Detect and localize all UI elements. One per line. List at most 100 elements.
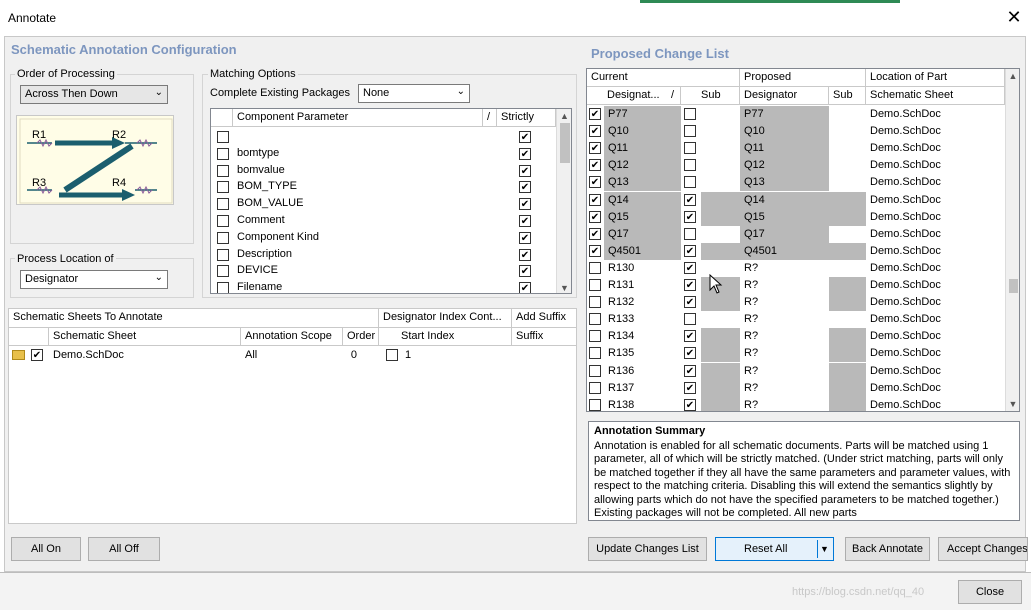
strictly-checkbox[interactable] xyxy=(519,231,531,244)
order-select[interactable]: Across Then Down ⌄ xyxy=(20,85,168,104)
strictly-checkbox[interactable] xyxy=(519,215,531,227)
scroll-thumb[interactable] xyxy=(560,123,570,163)
current-sub-checkbox[interactable] xyxy=(684,261,696,274)
change-row[interactable]: R133 R? Demo.SchDoc xyxy=(587,311,1005,328)
change-row[interactable]: R130 R? Demo.SchDoc xyxy=(587,260,1005,277)
sheets-header-suffix[interactable]: Suffix xyxy=(512,328,576,345)
parameter-checkbox[interactable] xyxy=(217,231,229,244)
change-row[interactable]: Q13 Q13 Demo.SchDoc xyxy=(587,174,1005,192)
current-sub-checkbox[interactable] xyxy=(684,210,696,223)
current-sub-checkbox[interactable] xyxy=(684,313,696,326)
change-row[interactable]: Q10 Q10 Demo.SchDoc xyxy=(587,123,1005,141)
current-sub-checkbox[interactable] xyxy=(684,125,696,138)
row-enable-checkbox[interactable] xyxy=(589,176,601,189)
row-enable-checkbox[interactable] xyxy=(589,279,601,291)
current-sub-checkbox[interactable] xyxy=(684,244,696,257)
complete-packages-select[interactable]: None ⌄ xyxy=(358,84,470,103)
accept-changes-button[interactable]: Accept Changes xyxy=(938,537,1028,561)
parameter-checkbox[interactable] xyxy=(217,181,229,194)
parameter-checkbox[interactable] xyxy=(217,265,229,278)
strictly-checkbox[interactable] xyxy=(519,282,531,293)
scroll-down-icon[interactable]: ▼ xyxy=(557,283,571,293)
change-row[interactable]: R131 R? Demo.SchDoc xyxy=(587,277,1005,294)
change-row[interactable]: R138 R? Demo.SchDoc xyxy=(587,396,1005,411)
start-index-checkbox[interactable] xyxy=(386,349,398,361)
header-proposed-sub[interactable]: Sub xyxy=(829,87,866,104)
scroll-up-icon[interactable]: ▲ xyxy=(1006,71,1019,81)
parameter-checkbox[interactable] xyxy=(217,282,229,293)
sheet-start-index[interactable]: 1 xyxy=(401,347,501,364)
sheet-enable-checkbox[interactable] xyxy=(31,349,43,361)
parameter-row[interactable]: Description xyxy=(211,246,556,263)
strictly-checkbox[interactable] xyxy=(519,248,531,261)
current-sub-checkbox[interactable] xyxy=(684,364,696,377)
change-list-scrollbar[interactable]: ▲ ▼ xyxy=(1005,69,1019,411)
change-row[interactable]: Q15 Q15 Demo.SchDoc xyxy=(587,208,1005,226)
parameter-row[interactable]: DEVICE xyxy=(211,262,556,279)
parameter-row[interactable]: BOM_VALUE xyxy=(211,195,556,212)
parameter-checkbox[interactable] xyxy=(217,164,229,177)
parameter-row[interactable]: Filename xyxy=(211,279,556,293)
change-row[interactable]: P77 P77 Demo.SchDoc xyxy=(587,106,1005,123)
change-row[interactable]: R135 R? Demo.SchDoc xyxy=(587,345,1005,363)
change-row[interactable]: R136 R? Demo.SchDoc xyxy=(587,362,1005,380)
current-sub-checkbox[interactable] xyxy=(684,279,696,291)
scroll-up-icon[interactable]: ▲ xyxy=(557,111,571,121)
strictly-checkbox[interactable] xyxy=(519,181,531,194)
row-enable-checkbox[interactable] xyxy=(589,244,601,257)
strictly-checkbox[interactable] xyxy=(519,164,531,177)
scroll-down-icon[interactable]: ▼ xyxy=(1006,399,1019,409)
strictly-checkbox[interactable] xyxy=(519,198,531,211)
parameter-row[interactable]: bomvalue xyxy=(211,162,556,179)
parameter-checkbox[interactable] xyxy=(217,248,229,261)
current-sub-checkbox[interactable] xyxy=(684,227,696,240)
row-enable-checkbox[interactable] xyxy=(589,347,601,360)
row-enable-checkbox[interactable] xyxy=(589,398,601,411)
change-row[interactable]: R137 R? Demo.SchDoc xyxy=(587,379,1005,397)
current-sub-checkbox[interactable] xyxy=(684,381,696,394)
sheet-suffix[interactable] xyxy=(512,347,576,364)
parameter-checkbox[interactable] xyxy=(217,131,229,143)
row-enable-checkbox[interactable] xyxy=(589,313,601,326)
row-enable-checkbox[interactable] xyxy=(589,381,601,394)
sheet-order[interactable]: 0 xyxy=(343,347,361,364)
update-changes-button[interactable]: Update Changes List xyxy=(588,537,707,561)
current-sub-checkbox[interactable] xyxy=(684,142,696,155)
change-row[interactable]: Q14 Q14 Demo.SchDoc xyxy=(587,191,1005,209)
parameters-header-strictly[interactable]: Strictly xyxy=(497,109,556,126)
sheet-row[interactable]: Demo.SchDoc All 0 1 xyxy=(9,347,576,364)
close-icon[interactable]: ✕ xyxy=(1003,6,1025,28)
row-enable-checkbox[interactable] xyxy=(589,159,601,172)
sheet-scope[interactable]: All xyxy=(241,347,343,364)
parameter-checkbox[interactable] xyxy=(217,215,229,227)
sheets-header-scope[interactable]: Annotation Scope xyxy=(241,328,343,345)
header-current-sub[interactable]: Sub xyxy=(681,87,740,104)
all-on-button[interactable]: All On xyxy=(11,537,81,561)
row-enable-checkbox[interactable] xyxy=(589,227,601,240)
current-sub-checkbox[interactable] xyxy=(684,108,696,120)
process-location-select[interactable]: Designator ⌄ xyxy=(20,270,168,289)
sheets-header-order[interactable]: Order xyxy=(343,328,379,345)
parameter-row[interactable]: bomtype xyxy=(211,145,556,162)
all-off-button[interactable]: All Off xyxy=(88,537,160,561)
change-row[interactable]: Q12 Q12 Demo.SchDoc xyxy=(587,157,1005,175)
header-proposed-designator[interactable]: Designator xyxy=(740,87,829,104)
strictly-checkbox[interactable] xyxy=(519,147,531,160)
current-sub-checkbox[interactable] xyxy=(684,296,696,309)
current-sub-checkbox[interactable] xyxy=(684,159,696,172)
current-sub-checkbox[interactable] xyxy=(684,398,696,411)
parameter-row[interactable] xyxy=(211,128,556,145)
strictly-checkbox[interactable] xyxy=(519,265,531,278)
change-row[interactable]: Q4501 Q4501 Demo.SchDoc xyxy=(587,242,1005,260)
parameter-checkbox[interactable] xyxy=(217,198,229,211)
parameter-row[interactable]: Component Kind xyxy=(211,229,556,246)
change-row[interactable]: R132 R? Demo.SchDoc xyxy=(587,294,1005,312)
row-enable-checkbox[interactable] xyxy=(589,210,601,223)
change-row[interactable]: Q17 Q17 Demo.SchDoc xyxy=(587,225,1005,243)
row-enable-checkbox[interactable] xyxy=(589,261,601,274)
row-enable-checkbox[interactable] xyxy=(589,193,601,206)
sheets-header-sheet[interactable]: Schematic Sheet xyxy=(49,328,241,345)
current-sub-checkbox[interactable] xyxy=(684,347,696,360)
parameter-checkbox[interactable] xyxy=(217,147,229,160)
header-schematic-sheet[interactable]: Schematic Sheet xyxy=(866,87,1005,104)
